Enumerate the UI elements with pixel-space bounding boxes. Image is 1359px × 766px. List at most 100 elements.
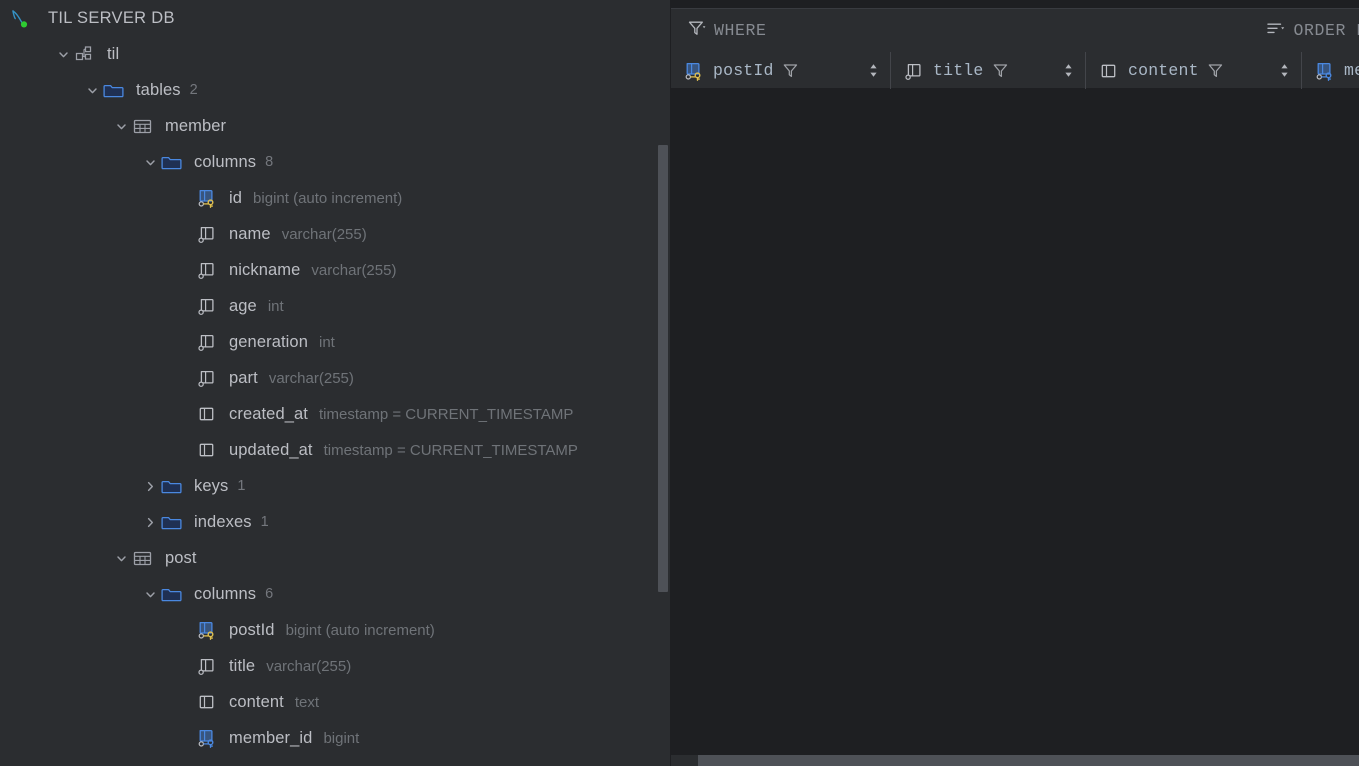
sort-updown-icon[interactable] bbox=[867, 62, 880, 79]
column-type: text bbox=[294, 693, 320, 711]
column-header-title[interactable]: title bbox=[891, 52, 1086, 89]
mysql-dolphin-icon bbox=[8, 0, 38, 36]
database-tree-panel[interactable]: TIL SERVER DB til tables 2 member column… bbox=[0, 0, 670, 766]
chevron-down-icon[interactable] bbox=[139, 144, 161, 180]
column-primary-key-icon bbox=[196, 612, 222, 648]
tree-node-post-columns-folder[interactable]: columns 6 bbox=[0, 576, 670, 612]
tree-node-column-part[interactable]: part varchar(255) bbox=[0, 360, 670, 396]
column-name: postId bbox=[229, 620, 275, 639]
tree-node-column-updated-at[interactable]: updated_at timestamp = CURRENT_TIMESTAMP bbox=[0, 432, 670, 468]
tree-node-tables-folder[interactable]: tables 2 bbox=[0, 72, 670, 108]
column-header-label: postId bbox=[713, 61, 774, 80]
folder-icon bbox=[161, 576, 187, 612]
column-primary-key-icon bbox=[196, 180, 222, 216]
order-by-button[interactable]: ORDER B bbox=[1266, 19, 1359, 43]
tree-node-schema-til[interactable]: til bbox=[0, 36, 670, 72]
horizontal-scrollbar-thumb[interactable] bbox=[698, 755, 1359, 766]
keys-folder-count: 1 bbox=[237, 478, 246, 494]
data-grid-header-row: postId title content m bbox=[671, 52, 1359, 89]
tables-folder-label: tables bbox=[136, 80, 181, 99]
chevron-down-icon[interactable] bbox=[52, 36, 74, 72]
folder-icon bbox=[161, 504, 187, 540]
table-icon bbox=[132, 540, 158, 576]
filter-toolbar: WHERE ORDER B bbox=[671, 9, 1359, 52]
indexes-folder-count: 1 bbox=[260, 514, 269, 530]
tree-node-column-content[interactable]: content text bbox=[0, 684, 670, 720]
column-name: created_at bbox=[229, 404, 308, 423]
sort-updown-icon[interactable] bbox=[1062, 62, 1075, 79]
column-header-content[interactable]: content bbox=[1086, 52, 1302, 89]
funnel-icon[interactable] bbox=[992, 62, 1009, 79]
column-name: generation bbox=[229, 332, 308, 351]
column-icon bbox=[196, 396, 222, 432]
column-icon bbox=[196, 684, 222, 720]
column-nullable-icon bbox=[196, 252, 222, 288]
chevron-right-icon[interactable] bbox=[139, 504, 161, 540]
column-type: varchar(255) bbox=[311, 261, 397, 279]
column-icon bbox=[196, 432, 222, 468]
horizontal-scrollbar-track[interactable] bbox=[671, 755, 1359, 766]
sort-lines-icon bbox=[1266, 19, 1285, 43]
column-name: nickname bbox=[229, 260, 301, 279]
tree-node-table-post[interactable]: post bbox=[0, 540, 670, 576]
column-header-label: content bbox=[1128, 61, 1199, 80]
tree-node-member-keys-folder[interactable]: keys 1 bbox=[0, 468, 670, 504]
column-name: member_id bbox=[229, 728, 313, 747]
column-type: varchar(255) bbox=[281, 225, 367, 243]
tree-node-column-created-at[interactable]: created_at timestamp = CURRENT_TIMESTAMP bbox=[0, 396, 670, 432]
tree-node-column-title[interactable]: title varchar(255) bbox=[0, 648, 670, 684]
tree-node-member-columns-folder[interactable]: columns 8 bbox=[0, 144, 670, 180]
tree-node-column-name[interactable]: name varchar(255) bbox=[0, 216, 670, 252]
funnel-icon[interactable] bbox=[782, 62, 799, 79]
column-nullable-icon bbox=[196, 324, 222, 360]
column-nullable-icon bbox=[196, 360, 222, 396]
column-type: bigint (auto increment) bbox=[253, 189, 403, 207]
column-header-label: memb bbox=[1344, 61, 1359, 80]
tree-node-table-member[interactable]: member bbox=[0, 108, 670, 144]
data-grid-body[interactable] bbox=[671, 89, 1359, 766]
column-type: int bbox=[318, 333, 335, 351]
tree-node-column-nickname[interactable]: nickname varchar(255) bbox=[0, 252, 670, 288]
chevron-down-icon[interactable] bbox=[110, 540, 132, 576]
schema-label: til bbox=[107, 44, 120, 63]
column-header-member-id[interactable]: memb bbox=[1302, 52, 1359, 89]
column-primary-key-icon bbox=[683, 60, 705, 82]
column-foreign-key-icon bbox=[1314, 60, 1336, 82]
schema-icon bbox=[74, 36, 100, 72]
tree-node-column-age[interactable]: age int bbox=[0, 288, 670, 324]
table-icon bbox=[132, 108, 158, 144]
chevron-down-icon[interactable] bbox=[110, 108, 132, 144]
table-label: post bbox=[165, 548, 197, 567]
column-name: id bbox=[229, 188, 243, 207]
chevron-right-icon[interactable] bbox=[139, 468, 161, 504]
column-type: timestamp = CURRENT_TIMESTAMP bbox=[323, 441, 578, 459]
where-label: WHERE bbox=[714, 21, 767, 40]
column-name: content bbox=[229, 692, 284, 711]
column-name: part bbox=[229, 368, 258, 387]
column-nullable-icon bbox=[196, 288, 222, 324]
indexes-folder-label: indexes bbox=[194, 512, 252, 531]
database-tool-window: TIL SERVER DB til tables 2 member column… bbox=[0, 0, 1359, 766]
tree-node-member-indexes-folder[interactable]: indexes 1 bbox=[0, 504, 670, 540]
chevron-down-icon[interactable] bbox=[139, 576, 161, 612]
tree-node-column-id[interactable]: id bigint (auto increment) bbox=[0, 180, 670, 216]
column-header-postid[interactable]: postId bbox=[671, 52, 891, 89]
column-type: varchar(255) bbox=[266, 657, 352, 675]
column-name: title bbox=[229, 656, 256, 675]
column-name: updated_at bbox=[229, 440, 313, 459]
folder-icon bbox=[161, 468, 187, 504]
connection-title: TIL SERVER DB bbox=[48, 8, 175, 27]
columns-folder-count: 8 bbox=[265, 154, 274, 170]
tree-node-column-member-id[interactable]: member_id bigint bbox=[0, 720, 670, 756]
folder-icon bbox=[161, 144, 187, 180]
sort-updown-icon[interactable] bbox=[1278, 62, 1291, 79]
column-nullable-icon bbox=[196, 648, 222, 684]
tree-node-column-generation[interactable]: generation int bbox=[0, 324, 670, 360]
chevron-down-icon[interactable] bbox=[81, 72, 103, 108]
funnel-icon[interactable] bbox=[1207, 62, 1224, 79]
where-filter-button[interactable]: WHERE bbox=[687, 19, 767, 43]
tree-node-column-postid[interactable]: postId bigint (auto increment) bbox=[0, 612, 670, 648]
tree-node-connection[interactable]: TIL SERVER DB bbox=[0, 0, 670, 36]
database-tree: TIL SERVER DB til tables 2 member column… bbox=[0, 0, 670, 756]
sidebar-vertical-scrollbar[interactable] bbox=[658, 145, 668, 592]
